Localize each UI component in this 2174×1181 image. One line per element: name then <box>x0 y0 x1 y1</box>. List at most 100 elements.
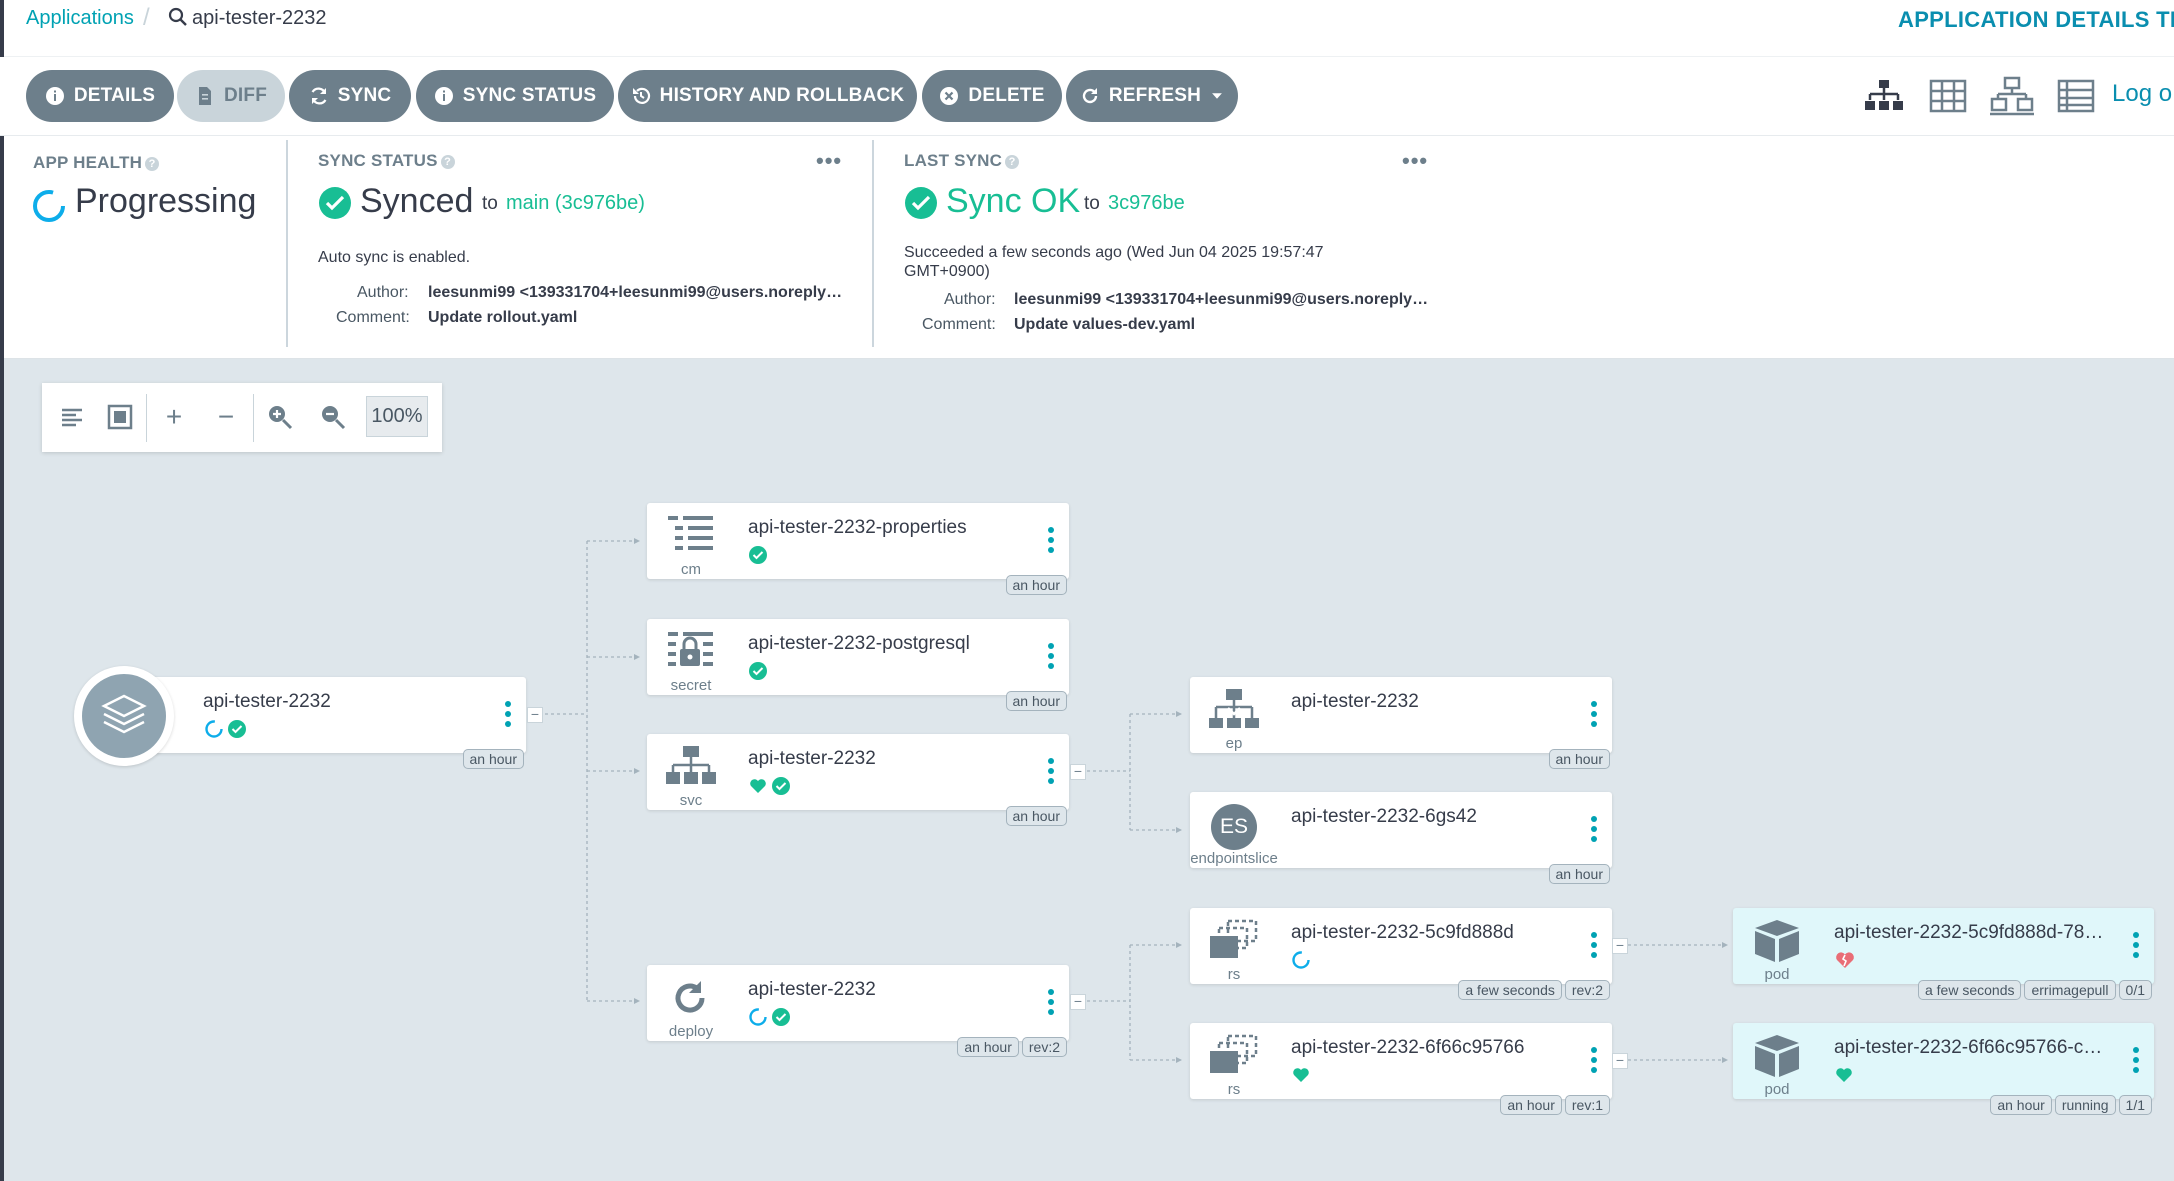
node-status <box>204 719 247 739</box>
node-name: api-tester-2232-properties <box>748 517 967 538</box>
node-name: api-tester-2232-6f66c95766-c… <box>1834 1037 2103 1058</box>
node-kind: pod <box>1764 1081 1790 1098</box>
node-menu-button[interactable] <box>1048 527 1054 557</box>
node-kind: cm <box>681 561 701 578</box>
revision-tag: rev:2 <box>1564 980 1610 1000</box>
healthy-heart-icon <box>1293 1068 1309 1082</box>
service-network-icon <box>666 746 716 784</box>
synced-check-icon <box>772 1008 790 1026</box>
node-status <box>748 661 768 681</box>
broken-heart-icon <box>1836 952 1854 968</box>
node-menu-button[interactable] <box>2133 932 2139 962</box>
secret-node[interactable]: secret api-tester-2232-postgresql an hou… <box>647 619 1069 711</box>
node-status <box>1834 950 1856 970</box>
node-menu-button[interactable] <box>1591 701 1597 731</box>
node-status <box>1291 950 1311 970</box>
synced-check-icon <box>772 777 790 795</box>
age-tag: a few seconds <box>1917 980 2022 1000</box>
node-tags: an hour <box>1548 864 1610 884</box>
node-tags: a few seconds rev:2 <box>1458 980 1610 1000</box>
age-tag: an hour <box>1548 864 1610 884</box>
secret-lock-icon <box>668 632 713 666</box>
node-kind: rs <box>1227 1081 1241 1098</box>
progressing-spinner-icon <box>205 720 223 738</box>
node-name: api-tester-2232 <box>748 748 876 769</box>
node-status <box>748 1007 791 1027</box>
endpointslice-node[interactable]: ES endpointslice api-tester-2232-6gs42 a… <box>1190 792 1612 884</box>
age-tag: an hour <box>1990 1095 2052 1115</box>
pod-node[interactable]: pod api-tester-2232-6f66c95766-c… an hou… <box>1733 1023 2154 1115</box>
node-name: api-tester-2232-postgresql <box>748 633 970 654</box>
node-menu-button[interactable] <box>1591 1047 1597 1077</box>
age-tag: an hour <box>957 1037 1019 1057</box>
pod-status-tag: running <box>2054 1095 2116 1115</box>
replicaset-icon <box>1210 919 1258 958</box>
node-kind: endpointslice <box>1190 850 1278 867</box>
node-tags: an hour <box>1548 749 1610 769</box>
age-tag: an hour <box>462 749 524 769</box>
deployment-node[interactable]: deploy api-tester-2232 an hour rev:2 <box>647 965 1069 1057</box>
node-name: api-tester-2232-5c9fd888d-78… <box>1834 922 2104 943</box>
node-tags: an hour running 1/1 <box>1990 1095 2152 1115</box>
node-status <box>748 776 791 796</box>
node-kind: pod <box>1764 966 1790 983</box>
layers-app-icon <box>82 674 166 758</box>
synced-check-icon <box>228 720 246 738</box>
revision-tag: rev:2 <box>1021 1037 1067 1057</box>
endpoints-node[interactable]: ep api-tester-2232 an hour <box>1190 677 1612 769</box>
age-tag: an hour <box>1005 691 1067 711</box>
progressing-spinner-icon <box>1292 951 1310 969</box>
revision-tag: rev:1 <box>1564 1095 1610 1115</box>
node-menu-button[interactable] <box>1048 758 1054 788</box>
collapse-toggle[interactable]: − <box>1070 764 1086 780</box>
node-status <box>1834 1065 1854 1085</box>
node-menu-button[interactable] <box>1048 989 1054 1019</box>
replicaset-node[interactable]: rs api-tester-2232-6f66c95766 an hour rev… <box>1190 1023 1612 1115</box>
collapse-toggle[interactable]: − <box>1612 1053 1628 1069</box>
age-tag: an hour <box>1500 1095 1562 1115</box>
node-name: api-tester-2232-5c9fd888d <box>1291 922 1514 943</box>
node-kind: ep <box>1225 735 1243 752</box>
node-name: api-tester-2232 <box>748 979 876 1000</box>
node-status <box>748 545 768 565</box>
progressing-spinner-icon <box>749 1008 767 1026</box>
age-tag: an hour <box>1005 806 1067 826</box>
node-name: api-tester-2232 <box>1291 691 1419 712</box>
node-menu-button[interactable] <box>1591 816 1597 846</box>
node-kind: svc <box>679 792 703 809</box>
node-status <box>1291 1065 1311 1085</box>
node-menu-button[interactable] <box>505 701 511 731</box>
pod-cube-icon <box>1755 920 1799 962</box>
node-tags: an hour rev:2 <box>957 1037 1067 1057</box>
ready-count-tag: 0/1 <box>2118 980 2152 1000</box>
healthy-heart-icon <box>750 779 766 793</box>
synced-check-icon <box>749 546 767 564</box>
collapse-toggle[interactable]: − <box>527 707 543 723</box>
endpointslice-badge-icon: ES <box>1211 804 1257 850</box>
endpoints-icon <box>1209 689 1259 728</box>
node-menu-button[interactable] <box>2133 1047 2139 1077</box>
collapse-toggle[interactable]: − <box>1612 938 1628 954</box>
pod-node[interactable]: pod api-tester-2232-5c9fd888d-78… a few … <box>1733 908 2154 1000</box>
collapse-toggle[interactable]: − <box>1070 994 1086 1010</box>
age-tag: an hour <box>1005 575 1067 595</box>
node-name: api-tester-2232-6f66c95766 <box>1291 1037 1525 1058</box>
synced-check-icon <box>749 662 767 680</box>
graph-edges <box>545 538 1728 1063</box>
node-name: api-tester-2232 <box>203 691 331 712</box>
configmap-node[interactable]: cm api-tester-2232-properties an hour <box>647 503 1069 595</box>
age-tag: a few seconds <box>1458 980 1562 1000</box>
age-tag: an hour <box>1548 749 1610 769</box>
node-menu-button[interactable] <box>1591 932 1597 962</box>
ready-count-tag: 1/1 <box>2118 1095 2152 1115</box>
node-tags: an hour rev:1 <box>1500 1095 1610 1115</box>
configmap-icon <box>668 516 713 550</box>
service-node[interactable]: svc api-tester-2232 an hour <box>647 734 1069 826</box>
node-kind: deploy <box>668 1023 714 1040</box>
replicaset-icon <box>1210 1034 1258 1073</box>
node-menu-button[interactable] <box>1048 643 1054 673</box>
node-tags: a few seconds errimagepull 0/1 <box>1917 980 2152 1000</box>
node-tags: an hour <box>1005 575 1067 595</box>
node-tags: an hour <box>1005 806 1067 826</box>
replicaset-node[interactable]: rs api-tester-2232-5c9fd888d a few secon… <box>1190 908 1612 1000</box>
